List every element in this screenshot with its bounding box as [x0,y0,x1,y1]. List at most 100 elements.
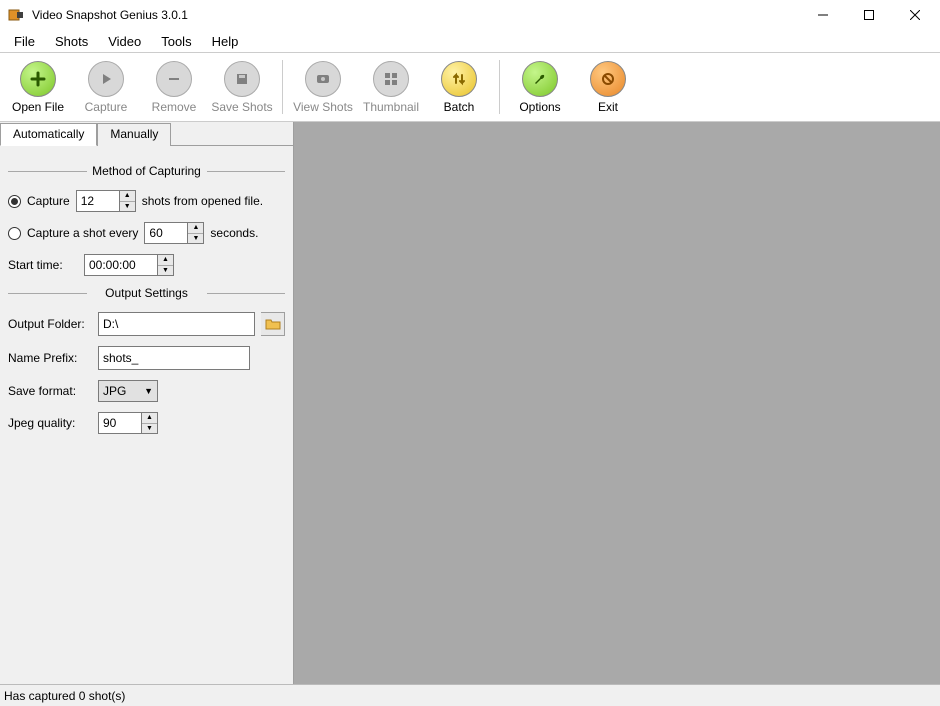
capture-count-row: Capture 12 ▲▼ shots from opened file. [8,190,285,212]
arrows-icon [441,61,477,97]
exit-button[interactable]: Exit [574,57,642,118]
capture-interval-radio[interactable] [8,227,21,240]
interval-value[interactable]: 60 [144,222,188,244]
view-shots-button[interactable]: View Shots [289,57,357,118]
tabs: Automatically Manually [0,122,293,146]
output-folder-label: Output Folder: [8,317,92,331]
left-panel: Automatically Manually Method of Capturi… [0,122,294,684]
label: Capture a shot every [27,226,138,240]
disk-icon [224,61,260,97]
play-icon [88,61,124,97]
tool-label: Options [519,100,560,114]
save-format-select[interactable]: JPG ▼ [98,380,158,402]
capture-button[interactable]: Capture [72,57,140,118]
start-time-value[interactable]: 00:00:00 [84,254,158,276]
save-shots-button[interactable]: Save Shots [208,57,276,118]
spin-buttons[interactable]: ▲▼ [158,254,174,276]
tab-manually[interactable]: Manually [97,123,171,146]
label: Capture [27,194,70,208]
save-format-value: JPG [103,384,126,398]
tool-label: Open File [12,100,64,114]
tab-label: Manually [110,127,158,141]
tool-label: Exit [598,100,618,114]
jpeg-quality-label: Jpeg quality: [8,416,92,430]
toolbar: Open File Capture Remove Save Shots View… [0,52,940,122]
save-format-row: Save format: JPG ▼ [8,380,285,402]
spin-buttons[interactable]: ▲▼ [188,222,204,244]
interval-stepper[interactable]: 60 ▲▼ [144,222,204,244]
jpeg-quality-stepper[interactable]: 90 ▲▼ [98,412,158,434]
spin-up[interactable]: ▲ [142,413,157,424]
capture-interval-row: Capture a shot every 60 ▲▼ seconds. [8,222,285,244]
menu-video[interactable]: Video [98,32,151,51]
tab-label: Automatically [13,127,84,141]
toolbar-separator [499,60,500,114]
jpeg-quality-row: Jpeg quality: 90 ▲▼ [8,412,285,434]
group-capturing: Method of Capturing [8,164,285,178]
toolbar-separator [282,60,283,114]
titlebar: Video Snapshot Genius 3.0.1 [0,0,940,30]
label: seconds. [210,226,258,240]
eye-icon [305,61,341,97]
spin-buttons[interactable]: ▲▼ [142,412,158,434]
spin-down[interactable]: ▼ [142,424,157,434]
tool-label: Thumbnail [363,100,419,114]
spin-up[interactable]: ▲ [158,255,173,266]
name-prefix-field[interactable] [98,346,250,370]
menubar: File Shots Video Tools Help [0,30,940,52]
thumbnail-button[interactable]: Thumbnail [357,57,425,118]
spin-buttons[interactable]: ▲▼ [120,190,136,212]
grid-icon [373,61,409,97]
content-area: Automatically Manually Method of Capturi… [0,122,940,684]
x-icon [590,61,626,97]
menu-tools[interactable]: Tools [151,32,201,51]
maximize-button[interactable] [846,0,892,30]
window-controls [800,0,938,30]
output-folder-row: Output Folder: D:\ [8,312,285,336]
shot-count-value[interactable]: 12 [76,190,120,212]
start-time-label: Start time: [8,258,78,272]
capture-count-radio[interactable] [8,195,21,208]
tool-label: View Shots [293,100,353,114]
chevron-down-icon: ▼ [144,386,153,396]
menu-shots[interactable]: Shots [45,32,98,51]
spin-down[interactable]: ▼ [120,202,135,212]
plus-icon [20,61,56,97]
folder-icon [265,317,281,331]
name-prefix-label: Name Prefix: [8,351,92,365]
close-button[interactable] [892,0,938,30]
menu-help[interactable]: Help [202,32,249,51]
options-button[interactable]: Options [506,57,574,118]
jpeg-quality-value[interactable]: 90 [98,412,142,434]
tab-body: Method of Capturing Capture 12 ▲▼ shots … [0,146,293,684]
wrench-icon [522,61,558,97]
label: shots from opened file. [142,194,263,208]
batch-button[interactable]: Batch [425,57,493,118]
spin-down[interactable]: ▼ [158,266,173,276]
shot-count-stepper[interactable]: 12 ▲▼ [76,190,136,212]
spin-up[interactable]: ▲ [120,191,135,202]
tool-label: Remove [152,100,197,114]
save-format-label: Save format: [8,384,92,398]
app-icon [8,7,24,23]
status-text: Has captured 0 shot(s) [4,689,125,703]
spin-up[interactable]: ▲ [188,223,203,234]
minus-icon [156,61,192,97]
tab-automatically[interactable]: Automatically [0,123,97,146]
start-time-row: Start time: 00:00:00 ▲▼ [8,254,285,276]
browse-folder-button[interactable] [261,312,285,336]
spin-down[interactable]: ▼ [188,234,203,244]
remove-button[interactable]: Remove [140,57,208,118]
tool-label: Batch [444,100,475,114]
minimize-button[interactable] [800,0,846,30]
group-output: Output Settings [8,286,285,300]
start-time-stepper[interactable]: 00:00:00 ▲▼ [84,254,174,276]
statusbar: Has captured 0 shot(s) [0,684,940,706]
output-folder-field[interactable]: D:\ [98,312,255,336]
menu-file[interactable]: File [4,32,45,51]
open-file-button[interactable]: Open File [4,57,72,118]
tool-label: Save Shots [211,100,272,114]
tool-label: Capture [85,100,128,114]
window-title: Video Snapshot Genius 3.0.1 [32,8,800,22]
preview-panel [294,122,940,684]
